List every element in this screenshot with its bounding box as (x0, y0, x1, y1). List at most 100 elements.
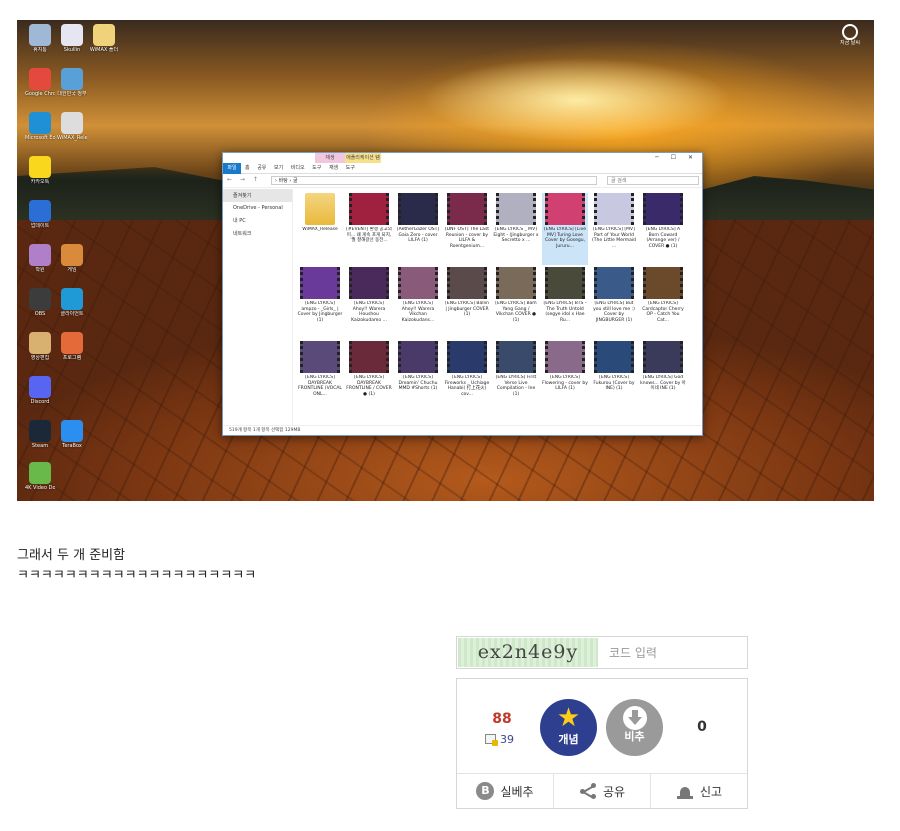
file-tile: [ENG LYRICS] DAYBREAK FRONTLINE / COVER … (346, 341, 392, 413)
page: 휴지통 Skullin WiMAX 폴더 Google Chrome대한민국 정부 Mi… (0, 0, 900, 831)
post-body: 그래서 두 개 준비함 ㅋㅋㅋㅋㅋㅋㅋㅋㅋㅋㅋㅋㅋㅋㅋㅋㅋㅋㅋㅋ (17, 546, 256, 586)
captcha-code-input[interactable] (599, 638, 746, 667)
desktop-icon[interactable]: TeraBox (57, 420, 87, 449)
clock-widget-label: 지금 날씨 (840, 40, 860, 46)
video-thumbnail (349, 267, 389, 299)
explorer-search: 굴 검색 (607, 176, 699, 185)
file-tile: [ENG LYRICS] A Born Coward (Arrange ver)… (640, 193, 686, 265)
desktop-app-icon (61, 288, 83, 310)
explorer-file-grid: WiMAX_Release [#EVENT] 환쟁 공고의미... 왜 게속 포게… (297, 193, 697, 425)
file-name: [AetherGazer OST] Gaia Zero - cover LILF… (396, 227, 440, 243)
desktop-app-icon (29, 200, 51, 222)
desktop-icon[interactable]: 업데이트 (25, 200, 55, 229)
file-tile: [ENG LYRICS] [MV] Part of Your World (Th… (591, 193, 637, 265)
desktop-icon[interactable]: Google Chrome (25, 68, 55, 97)
downvote-label: 비추 (624, 730, 645, 743)
desktop-icon[interactable]: 프로그램 (57, 332, 87, 361)
upvote-label: 개념 (558, 733, 579, 746)
share-button[interactable]: 공유 (554, 774, 651, 808)
video-thumbnail (398, 341, 438, 373)
star-icon: ★ (556, 703, 581, 733)
file-name: [ENG LYRICS] Ahoy!! Warera Vikchan Kaizo… (401, 301, 435, 323)
file-explorer-window: 재생 애플리케이션 템플 ─ ☐ ✕ 파일 홈 공유 보기 비디오 도구 재생 … (222, 152, 703, 436)
file-tile: [ENG LYRICS] Ballin | Jingburger COVER (… (444, 267, 490, 339)
b-icon: B (476, 782, 495, 800)
desktop-icon-label: 영상편집 (30, 355, 50, 361)
explorer-address-row: ← → ↑ › 바탕 › 굴 굴 검색 (223, 174, 702, 188)
file-name: [ENG LYRICS] DAYBREAK FRONTLINE / COVER … (346, 375, 392, 397)
report-button[interactable]: 신고 (651, 774, 747, 808)
file-name: [ENG LYRICS] Flowering - cover by LILFA … (542, 375, 588, 391)
explorer-sidebar-item: OneDrive - Personal (233, 205, 283, 211)
desktop-icon[interactable]: Discord (25, 376, 55, 405)
downvote-button[interactable]: 비추 (606, 699, 663, 756)
desktop-icon[interactable]: Skullin (57, 24, 87, 53)
video-thumbnail (643, 193, 683, 225)
video-thumbnail (349, 193, 389, 225)
video-thumbnail (447, 267, 487, 299)
file-tile: [AetherGazer OST] Gaia Zero - cover LILF… (395, 193, 441, 265)
desktop-icon-label: Discord (30, 399, 50, 405)
down-arrow-icon (622, 706, 647, 730)
downvote-count: 0 (697, 719, 707, 735)
video-thumbnail (643, 341, 683, 373)
file-tab: 파일 (223, 163, 241, 174)
file-tile: [ENG LYRICS] Dreamin' Chuchu MMD #Shorts… (395, 341, 441, 413)
file-name: [#EVENT] 환쟁 공고의미... 왜 게속 포게 되지, '월 잘해갈선 … (346, 227, 392, 243)
file-tile: [ENG LYRICS] God knows... Cover by 아이네 I… (640, 341, 686, 413)
desktop-icon-label: Skullin (63, 47, 81, 53)
desktop-app-icon (61, 112, 83, 134)
explorer-sidebar-item: 네트워크 (233, 231, 252, 237)
desktop-icon[interactable]: Microsoft Edge (25, 112, 55, 141)
desktop-icon[interactable]: WiMAX 폴더 (89, 24, 119, 53)
file-tile: [ENG LYRICS _ MV] Eight - (Jingburger x … (493, 193, 539, 265)
desktop-app-icon (29, 462, 51, 484)
file-name: [ENG LYRICS] Fukurou (Cover by INE) (1) (593, 375, 635, 391)
desktop-app-icon (29, 68, 51, 90)
desktop-icon[interactable]: 학원 (25, 244, 55, 273)
desktop-app-icon (61, 332, 83, 354)
video-thumbnail (594, 341, 634, 373)
desktop-app-icon (93, 24, 115, 46)
clock-widget: 지금 날씨 (835, 24, 865, 46)
report-bad-button[interactable]: B 실베추 (457, 774, 554, 808)
file-name: [ENG LYRICS] God knows... Cover by 아이네 I… (640, 375, 686, 391)
desktop-screenshot[interactable]: 휴지통 Skullin WiMAX 폴더 Google Chrome대한민국 정부 Mi… (17, 20, 874, 501)
explorer-sidebar: 즐겨찾기 OneDrive - Personal 내 PC 네트워크 (223, 189, 293, 425)
video-thumbnail (398, 193, 438, 225)
desktop-icon[interactable]: WiMAX_Release (57, 112, 87, 141)
file-name: [ENG LYRICS] First Verse Live Compilatio… (495, 375, 537, 397)
desktop-icon[interactable]: 영상편집 (25, 332, 55, 361)
clock-icon (842, 24, 858, 40)
desktop-icon[interactable]: 4K Video Downloader (25, 462, 55, 491)
captcha-image[interactable]: ex2n4e9y (458, 638, 598, 667)
explorer-title-bar: 재생 애플리케이션 템플 ─ ☐ ✕ (223, 153, 702, 171)
desktop-app-icon (29, 244, 51, 266)
window-controls-icon: ─ ☐ ✕ (655, 154, 698, 161)
desktop-icon[interactable]: 클라이언트 (57, 288, 87, 317)
video-thumbnail (447, 193, 487, 225)
desktop-icon-label: Google Chrome (25, 91, 55, 97)
desktop-icon[interactable]: 카카오톡 (25, 156, 55, 185)
desktop-icon[interactable]: Steam (25, 420, 55, 449)
desktop-icon-label: OBS (34, 311, 46, 317)
desktop-icon[interactable]: OBS (25, 288, 55, 317)
file-name: [ENG LYRICS] Ballin | Jingburger COVER (… (445, 301, 489, 317)
video-thumbnail (545, 341, 585, 373)
video-thumbnail (545, 193, 585, 225)
desktop-app-icon (61, 244, 83, 266)
share-icon (579, 782, 597, 800)
upvote-button[interactable]: ★ 개념 (540, 699, 597, 756)
file-name: WiMAX_Release (302, 227, 338, 232)
video-thumbnail (300, 267, 340, 299)
explorer-sidebar-item: 즐겨찾기 (223, 189, 292, 202)
file-tile: [ENG LYRICS] Bam Yang Gang / Vikchan COV… (493, 267, 539, 339)
desktop-icon[interactable]: 게임 (57, 244, 87, 273)
desktop-icon[interactable]: 휴지통 (25, 24, 55, 53)
file-name: [ENG LYRICS] Ahoy!! Warera Houshou Kaizo… (351, 301, 387, 323)
file-tile: [ENG LYRICS] Ahoy!! Warera Vikchan Kaizo… (395, 267, 441, 339)
desktop-icon[interactable]: 대한민국 정부 (57, 68, 87, 97)
desktop-app-icon (61, 420, 83, 442)
file-tile: [ENG LYRICS] Cardcaptor Cherry OP - Catc… (640, 267, 686, 339)
file-name: [ENG LYRICS] BTS - The Truth Untold (seg… (543, 301, 587, 323)
